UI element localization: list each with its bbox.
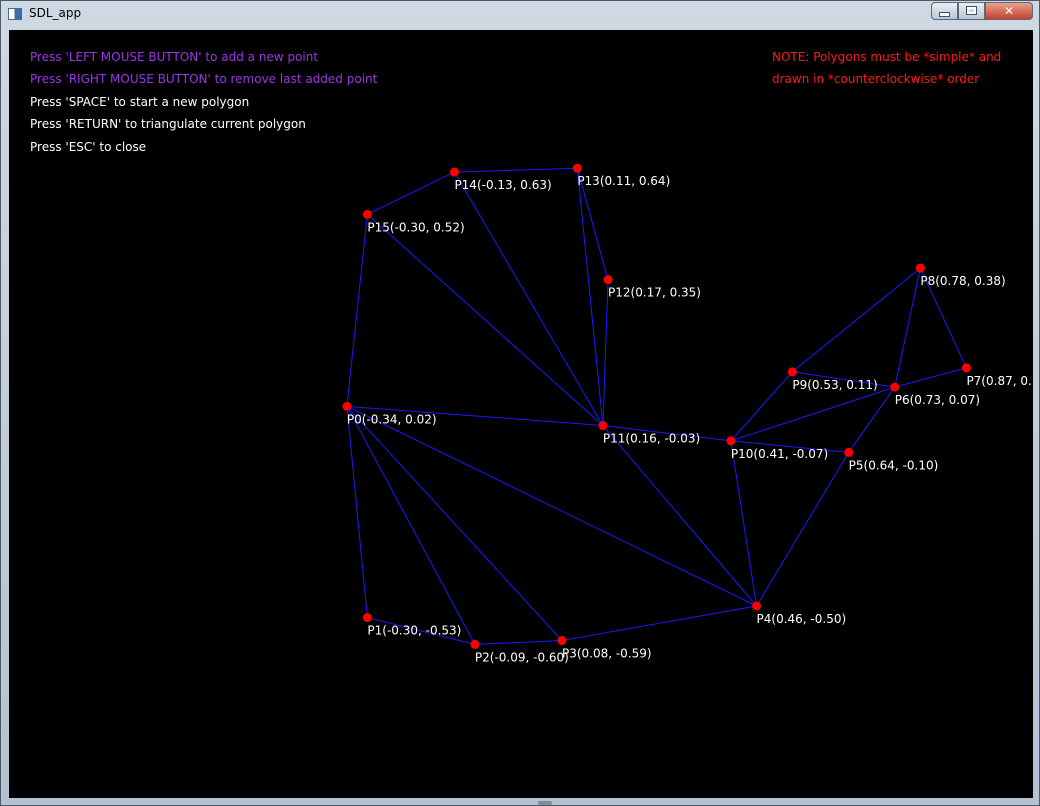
point-P11[interactable] [598, 421, 608, 431]
edge-P5-P6 [848, 386, 896, 453]
point-label-P12: P12(0.17, 0.35) [608, 286, 701, 300]
edge-P6-P10 [730, 386, 895, 442]
edge-P13-P14 [454, 167, 578, 173]
edge-P14-P15 [367, 171, 455, 215]
point-P9[interactable] [787, 367, 797, 377]
point-label-P9: P9(0.53, 0.11) [792, 378, 877, 392]
point-label-P15: P15(-0.30, 0.52) [367, 220, 464, 234]
point-label-P1: P1(-0.30, -0.53) [367, 624, 461, 638]
edge-P11-P13 [576, 168, 604, 426]
point-label-P2: P2(-0.09, -0.60) [475, 650, 569, 664]
triangulation-edges [346, 167, 967, 645]
minimize-icon [939, 12, 950, 17]
point-label-P13: P13(0.11, 0.64) [577, 174, 670, 188]
point-label-P10: P10(0.41, -0.07) [731, 447, 828, 461]
close-button[interactable]: ✕ [985, 2, 1033, 20]
polygon-points [342, 163, 971, 649]
point-P6[interactable] [890, 382, 900, 392]
point-label-P14: P14(-0.13, 0.63) [454, 178, 551, 192]
maximize-icon [966, 6, 977, 15]
app-icon [8, 8, 22, 20]
point-label-P11: P11(0.16, -0.03) [603, 432, 700, 446]
edge-P11-P12 [602, 279, 609, 426]
point-P2[interactable] [470, 639, 480, 649]
maximize-button[interactable] [958, 2, 985, 20]
edge-P4-P5 [756, 452, 850, 607]
edge-P15-P0 [346, 214, 368, 407]
point-label-P8: P8(0.78, 0.38) [920, 274, 1005, 288]
edge-P4-P10 [730, 440, 758, 607]
edge-P6-P7 [894, 367, 967, 388]
point-label-P5: P5(0.64, -0.10) [849, 458, 939, 472]
resize-grip[interactable] [538, 801, 552, 805]
render-canvas[interactable]: Press 'LEFT MOUSE BUTTON' to add a new p… [9, 30, 1033, 798]
edge-P11-P15 [367, 213, 604, 426]
point-label-P0: P0(-0.34, 0.02) [347, 412, 437, 426]
point-P4[interactable] [752, 601, 762, 611]
point-P14[interactable] [449, 167, 459, 177]
title-bar[interactable]: SDL_app ✕ [1, 1, 1039, 29]
point-P13[interactable] [572, 163, 582, 173]
point-P1[interactable] [362, 613, 372, 623]
point-P10[interactable] [726, 436, 736, 446]
edge-P11-P14 [454, 171, 604, 426]
window-title: SDL_app [29, 6, 82, 20]
point-label-P7: P7(0.87, 0.1 [966, 374, 1033, 388]
point-P5[interactable] [844, 447, 854, 457]
point-label-P6: P6(0.73, 0.07) [895, 393, 980, 407]
edge-P2-P3 [474, 640, 562, 645]
point-label-P3: P3(0.08, -0.59) [562, 647, 652, 661]
point-P12[interactable] [603, 275, 613, 285]
point-labels: P0(-0.34, 0.02) P1(-0.30, -0.53) P2(-0.09,… [347, 174, 1033, 664]
app-window: SDL_app ✕ Press 'LEFT MOUSE BUTTON' to a… [0, 0, 1040, 806]
edge-P3-P4 [561, 605, 757, 642]
point-P3[interactable] [557, 636, 567, 646]
point-P8[interactable] [915, 263, 925, 273]
minimize-button[interactable] [931, 2, 958, 20]
close-icon: ✕ [1003, 4, 1015, 18]
point-P15[interactable] [362, 209, 372, 219]
point-P0[interactable] [342, 401, 352, 411]
point-label-P4: P4(0.46, -0.50) [757, 612, 847, 626]
point-P7[interactable] [961, 363, 971, 373]
polygon-scene[interactable]: P0(-0.34, 0.02) P1(-0.30, -0.53) P2(-0.09,… [9, 30, 1033, 798]
